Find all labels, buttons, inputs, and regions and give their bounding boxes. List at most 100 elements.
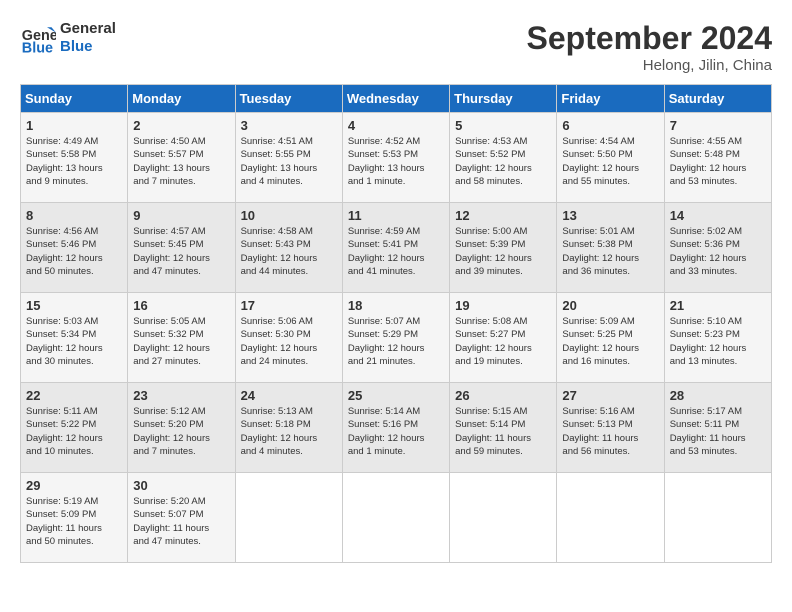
calendar-cell: 7 Sunrise: 4:55 AM Sunset: 5:48 PM Daylig… [664,113,771,203]
calendar-cell: 6 Sunrise: 4:54 AM Sunset: 5:50 PM Daylig… [557,113,664,203]
header: General Blue General Blue September 2024… [20,20,772,74]
day-info: Sunrise: 5:06 AM Sunset: 5:30 PM Dayligh… [241,315,337,368]
day-number: 16 [133,298,229,313]
day-number: 5 [455,118,551,133]
calendar-cell: 10 Sunrise: 4:58 AM Sunset: 5:43 PM Dayli… [235,203,342,293]
calendar-cell: 24 Sunrise: 5:13 AM Sunset: 5:18 PM Dayli… [235,383,342,473]
calendar-cell: 30 Sunrise: 5:20 AM Sunset: 5:07 PM Dayli… [128,473,235,563]
day-info: Sunrise: 5:00 AM Sunset: 5:39 PM Dayligh… [455,225,551,278]
day-info: Sunrise: 5:07 AM Sunset: 5:29 PM Dayligh… [348,315,444,368]
calendar-cell: 9Sunrise: 4:57 AM Sunset: 5:45 PM Daylig… [128,203,235,293]
header-cell-saturday: Saturday [664,85,771,113]
day-number: 26 [455,388,551,403]
calendar-cell: 12 Sunrise: 5:00 AM Sunset: 5:39 PM Dayli… [450,203,557,293]
day-number: 14 [670,208,766,223]
day-info: Sunrise: 5:03 AM Sunset: 5:34 PM Dayligh… [26,315,122,368]
calendar-cell: 8Sunrise: 4:56 AM Sunset: 5:46 PM Daylig… [21,203,128,293]
month-title: September 2024 [527,20,772,57]
location: Helong, Jilin, China [527,57,772,74]
day-number: 22 [26,388,122,403]
header-cell-tuesday: Tuesday [235,85,342,113]
header-cell-wednesday: Wednesday [342,85,449,113]
calendar-cell: 19Sunrise: 5:08 AM Sunset: 5:27 PM Dayli… [450,293,557,383]
calendar-cell: 18 Sunrise: 5:07 AM Sunset: 5:29 PM Dayli… [342,293,449,383]
day-info: Sunrise: 4:50 AM Sunset: 5:57 PM Dayligh… [133,135,229,188]
day-number: 12 [455,208,551,223]
day-info: Sunrise: 4:51 AM Sunset: 5:55 PM Dayligh… [241,135,337,188]
day-number: 15 [26,298,122,313]
calendar-cell: 17 Sunrise: 5:06 AM Sunset: 5:30 PM Dayli… [235,293,342,383]
day-info: Sunrise: 5:13 AM Sunset: 5:18 PM Dayligh… [241,405,337,458]
day-info: Sunrise: 5:16 AM Sunset: 5:13 PM Dayligh… [562,405,658,458]
day-number: 20 [562,298,658,313]
day-number: 21 [670,298,766,313]
calendar-cell: 28Sunrise: 5:17 AM Sunset: 5:11 PM Dayli… [664,383,771,473]
logo-icon: General Blue [20,20,56,56]
day-info: Sunrise: 4:58 AM Sunset: 5:43 PM Dayligh… [241,225,337,278]
day-number: 27 [562,388,658,403]
week-row-1: 1 Sunrise: 4:49 AM Sunset: 5:58 PM Daylig… [21,113,772,203]
day-number: 17 [241,298,337,313]
calendar-cell: 20 Sunrise: 5:09 AM Sunset: 5:25 PM Dayli… [557,293,664,383]
day-number: 29 [26,478,122,493]
day-info: Sunrise: 4:55 AM Sunset: 5:48 PM Dayligh… [670,135,766,188]
calendar-cell: 15 Sunrise: 5:03 AM Sunset: 5:34 PM Dayli… [21,293,128,383]
calendar-cell: 25Sunrise: 5:14 AM Sunset: 5:16 PM Dayli… [342,383,449,473]
day-info: Sunrise: 5:10 AM Sunset: 5:23 PM Dayligh… [670,315,766,368]
calendar-cell [557,473,664,563]
week-row-2: 8Sunrise: 4:56 AM Sunset: 5:46 PM Daylig… [21,203,772,293]
calendar-cell: 16Sunrise: 5:05 AM Sunset: 5:32 PM Dayli… [128,293,235,383]
calendar-cell: 14 Sunrise: 5:02 AM Sunset: 5:36 PM Dayli… [664,203,771,293]
day-info: Sunrise: 5:02 AM Sunset: 5:36 PM Dayligh… [670,225,766,278]
svg-text:Blue: Blue [22,40,53,56]
calendar-cell: 5 Sunrise: 4:53 AM Sunset: 5:52 PM Daylig… [450,113,557,203]
day-info: Sunrise: 5:01 AM Sunset: 5:38 PM Dayligh… [562,225,658,278]
title-area: September 2024 Helong, Jilin, China [527,20,772,74]
calendar-cell: 23Sunrise: 5:12 AM Sunset: 5:20 PM Dayli… [128,383,235,473]
day-number: 6 [562,118,658,133]
header-cell-sunday: Sunday [21,85,128,113]
calendar-cell: 22 Sunrise: 5:11 AM Sunset: 5:22 PM Dayli… [21,383,128,473]
week-row-3: 15 Sunrise: 5:03 AM Sunset: 5:34 PM Dayli… [21,293,772,383]
day-number: 10 [241,208,337,223]
day-info: Sunrise: 5:15 AM Sunset: 5:14 PM Dayligh… [455,405,551,458]
calendar-cell: 1 Sunrise: 4:49 AM Sunset: 5:58 PM Daylig… [21,113,128,203]
day-number: 7 [670,118,766,133]
day-number: 18 [348,298,444,313]
calendar-cell: 3 Sunrise: 4:51 AM Sunset: 5:55 PM Daylig… [235,113,342,203]
day-info: Sunrise: 5:20 AM Sunset: 5:07 PM Dayligh… [133,495,229,548]
day-number: 19 [455,298,551,313]
day-number: 4 [348,118,444,133]
calendar-table: SundayMondayTuesdayWednesdayThursdayFrid… [20,84,772,563]
day-info: Sunrise: 4:53 AM Sunset: 5:52 PM Dayligh… [455,135,551,188]
day-number: 30 [133,478,229,493]
day-info: Sunrise: 5:14 AM Sunset: 5:16 PM Dayligh… [348,405,444,458]
calendar-cell: 27 Sunrise: 5:16 AM Sunset: 5:13 PM Dayli… [557,383,664,473]
day-number: 1 [26,118,122,133]
calendar-cell: 13Sunrise: 5:01 AM Sunset: 5:38 PM Dayli… [557,203,664,293]
calendar-cell: 26 Sunrise: 5:15 AM Sunset: 5:14 PM Dayli… [450,383,557,473]
day-info: Sunrise: 5:11 AM Sunset: 5:22 PM Dayligh… [26,405,122,458]
calendar-cell: 21 Sunrise: 5:10 AM Sunset: 5:23 PM Dayli… [664,293,771,383]
day-info: Sunrise: 4:52 AM Sunset: 5:53 PM Dayligh… [348,135,444,188]
day-info: Sunrise: 5:19 AM Sunset: 5:09 PM Dayligh… [26,495,122,548]
header-cell-monday: Monday [128,85,235,113]
calendar-cell [664,473,771,563]
day-info: Sunrise: 4:49 AM Sunset: 5:58 PM Dayligh… [26,135,122,188]
day-number: 3 [241,118,337,133]
logo: General Blue General Blue [20,20,116,56]
header-row: SundayMondayTuesdayWednesdayThursdayFrid… [21,85,772,113]
calendar-cell: 29 Sunrise: 5:19 AM Sunset: 5:09 PM Dayli… [21,473,128,563]
day-info: Sunrise: 4:54 AM Sunset: 5:50 PM Dayligh… [562,135,658,188]
day-number: 9 [133,208,229,223]
day-number: 23 [133,388,229,403]
calendar-cell [235,473,342,563]
day-number: 24 [241,388,337,403]
day-info: Sunrise: 5:17 AM Sunset: 5:11 PM Dayligh… [670,405,766,458]
day-number: 8 [26,208,122,223]
calendar-cell [450,473,557,563]
calendar-cell: 4 Sunrise: 4:52 AM Sunset: 5:53 PM Daylig… [342,113,449,203]
day-info: Sunrise: 5:09 AM Sunset: 5:25 PM Dayligh… [562,315,658,368]
header-cell-thursday: Thursday [450,85,557,113]
header-cell-friday: Friday [557,85,664,113]
